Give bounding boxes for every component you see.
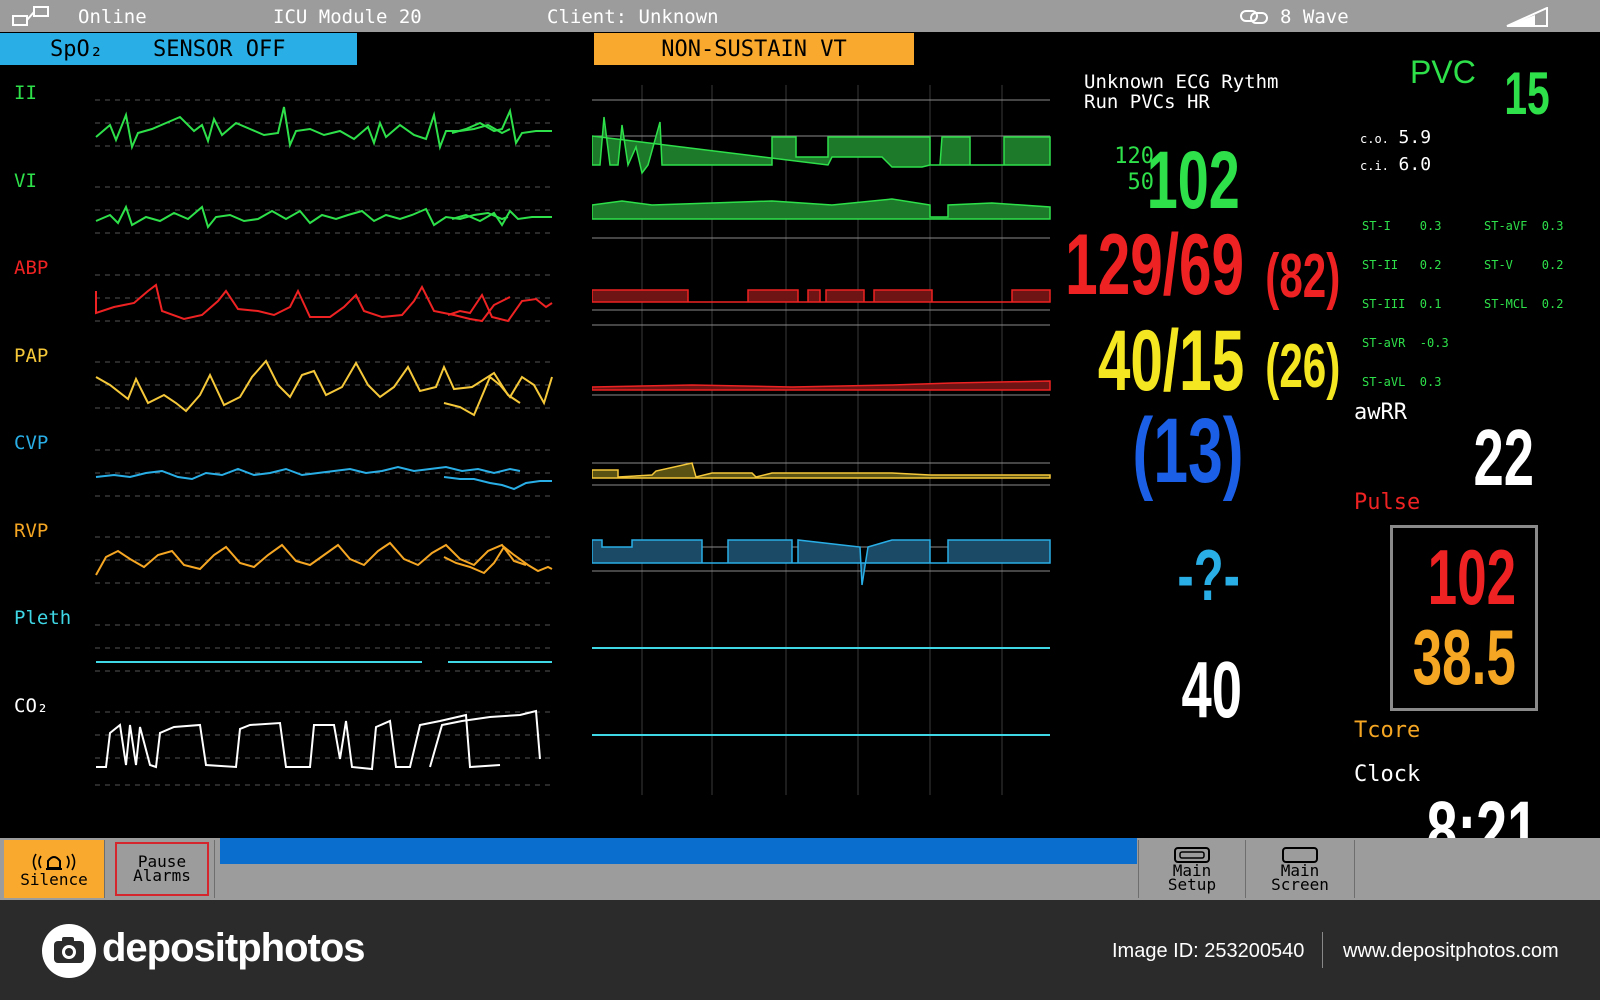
st-avf: ST-aVF 0.3 <box>1484 219 1564 233</box>
wave-label-pap: PAP <box>14 345 49 367</box>
co2-trace <box>96 713 501 771</box>
st-values-left: ST-I 0.3 ST-II 0.2 ST-III 0.1 ST-aVR -0.… <box>1362 194 1449 402</box>
clock-label: Clock <box>1354 762 1421 787</box>
st-avl: ST-aVL 0.3 <box>1362 375 1442 389</box>
wave-label-cvp: CVP <box>14 432 49 454</box>
abp-trace <box>95 283 511 323</box>
ecg-ii-trace <box>95 106 511 151</box>
pause-alarms-button[interactable]: Pause Alarms <box>110 840 215 898</box>
pap-mean: (26) <box>1265 332 1340 401</box>
ecg-info: Unknown ECG Rythm Run PVCs HR <box>1084 72 1278 112</box>
silence-label: Silence <box>20 870 88 889</box>
unknown-value: -?- <box>1177 536 1240 616</box>
st-values-right: ST-aVF 0.3 ST-V 0.2 ST-MCL 0.2 <box>1484 194 1563 324</box>
footer-divider <box>1322 932 1323 968</box>
tcore-label: Tcore <box>1354 718 1421 743</box>
pause-label-2: Alarms <box>133 866 191 885</box>
cvp-trend <box>592 462 1051 479</box>
cvp-value[interactable]: (13) <box>1133 405 1244 497</box>
co2-value[interactable]: 40 <box>1181 650 1242 730</box>
co-label: c.o. <box>1360 132 1389 146</box>
vt-alarm-banner[interactable]: NON-SUSTAIN VT <box>594 33 914 65</box>
wave-label-rvp: RVP <box>14 520 49 542</box>
setup-label-2: Setup <box>1167 875 1217 894</box>
link-icon <box>1240 10 1268 24</box>
main-screen-button[interactable]: Main Screen <box>1246 840 1355 898</box>
pap-value[interactable]: 40/15 <box>1098 318 1244 404</box>
awrr-label: awRR <box>1354 400 1407 425</box>
wave-label-abp: ABP <box>14 257 49 279</box>
awrr-value[interactable]: 22 <box>1473 418 1534 498</box>
wave-label-pleth: Pleth <box>14 607 72 629</box>
signal-strength-icon <box>1506 7 1548 27</box>
pulse-label: Pulse <box>1354 490 1421 515</box>
spo2-label: SpO₂ <box>50 36 103 62</box>
co-value: 5.9 <box>1398 127 1432 148</box>
rvp-trace <box>95 541 527 576</box>
camera-logo-icon <box>42 924 96 978</box>
screen-label-2: Screen <box>1271 875 1329 894</box>
network-icon <box>12 6 49 26</box>
abp-mean: (82) <box>1265 242 1340 311</box>
tcore-value[interactable]: 38.5 <box>1413 618 1516 696</box>
spo2-alarm-banner[interactable]: SpO₂ SENSOR OFF <box>0 33 357 65</box>
message-bar <box>220 838 1137 864</box>
pap-trend <box>592 380 1051 391</box>
spo2-status: SENSOR OFF <box>152 36 286 62</box>
wave-label-vi: VI <box>14 170 37 192</box>
cvp-trace-2 <box>443 476 552 491</box>
vt-alarm-text: NON-SUSTAIN VT <box>661 36 847 62</box>
ecg-source: Run PVCs HR <box>1084 91 1210 113</box>
image-id: Image ID: 253200540 <box>1112 940 1305 962</box>
ecg-ii-trace-2 <box>451 107 552 146</box>
pulse-value[interactable]: 102 <box>1428 538 1516 616</box>
main-setup-button[interactable]: Main Setup <box>1138 840 1246 898</box>
st-avr: ST-aVR -0.3 <box>1362 336 1449 350</box>
hr-trend-2 <box>592 198 1051 220</box>
wave-label-ii: II <box>14 82 37 104</box>
abp-value[interactable]: 129/69 <box>1065 222 1244 308</box>
trend-panel <box>592 85 1051 795</box>
site-url[interactable]: www.depositphotos.com <box>1343 940 1559 963</box>
module-name: ICU Module 20 <box>273 6 422 28</box>
client-name: Client: Unknown <box>547 6 719 28</box>
waveform-panel <box>95 99 555 786</box>
st-i: ST-I 0.3 <box>1362 219 1442 233</box>
hr-value[interactable]: 102 <box>1147 140 1240 222</box>
cardiac-output: c.o. 5.9 c.i. 6.0 <box>1360 125 1431 179</box>
st-iii: ST-III 0.1 <box>1362 297 1442 311</box>
wave-label-co2: CO₂ <box>14 695 49 717</box>
footer: depositphotos Image ID: 253200540 www.de… <box>0 900 1600 1000</box>
pap-trace <box>95 359 521 413</box>
st-mcl: ST-MCL 0.2 <box>1484 297 1564 311</box>
abp-trend <box>592 289 1051 303</box>
wave-count: 8 Wave <box>1280 6 1349 28</box>
connection-status: Online <box>78 6 147 28</box>
rvp-trend <box>592 539 1051 586</box>
pvc-value[interactable]: 15 <box>1505 64 1550 124</box>
status-bar: Online ICU Module 20 Client: Unknown 8 W… <box>0 0 1600 32</box>
pap-trace-2 <box>443 375 553 417</box>
st-ii: ST-II 0.2 <box>1362 258 1442 272</box>
ci-value: 6.0 <box>1398 154 1432 175</box>
st-v: ST-V 0.2 <box>1484 258 1564 272</box>
hr-trend <box>592 116 1051 175</box>
ci-label: c.i. <box>1360 159 1389 173</box>
pvc-label: PVC <box>1410 54 1476 90</box>
silence-button[interactable]: Silence <box>4 840 105 898</box>
ecg-rhythm: Unknown ECG Rythm <box>1084 71 1279 93</box>
brand-name: depositphotos <box>102 926 366 970</box>
